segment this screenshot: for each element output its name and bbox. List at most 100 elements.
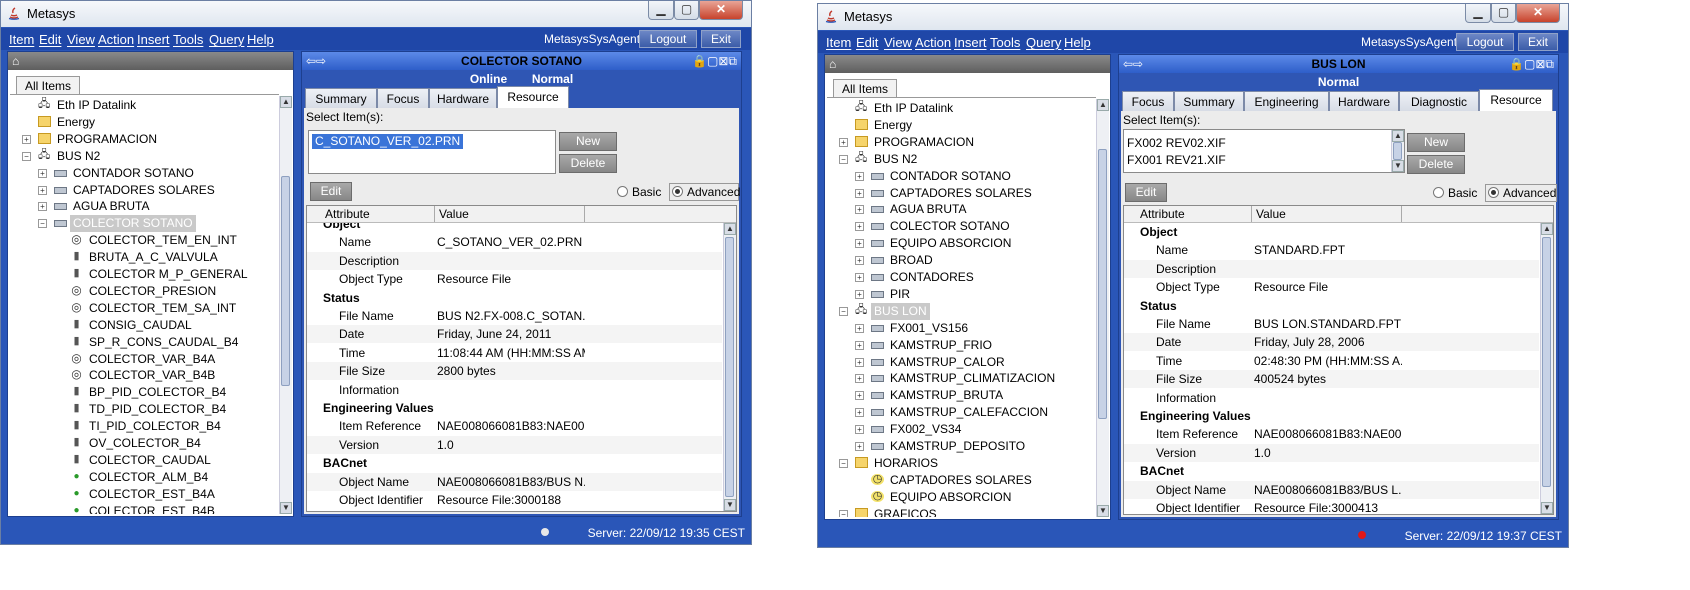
collapse-icon[interactable]: − [839, 306, 848, 316]
menu-action[interactable]: Action [98, 32, 134, 47]
scroll-up-arrow[interactable]: ▲ [1392, 130, 1404, 142]
scroll-down-arrow[interactable]: ▼ [1392, 160, 1404, 172]
expand-icon[interactable]: + [855, 256, 864, 266]
tab-all-items[interactable]: All Items [16, 76, 81, 95]
edit-button[interactable]: Edit [310, 182, 352, 201]
menu-insert[interactable]: Insert [137, 32, 170, 47]
menu-view[interactable]: View [67, 32, 95, 47]
advanced-radio[interactable]: Advanced [1485, 184, 1557, 202]
back-forward-icon[interactable]: ⇦⇨ [306, 52, 326, 70]
collapse-icon[interactable]: − [839, 154, 848, 164]
property-group[interactable]: Status [1124, 297, 1539, 315]
property-row[interactable]: File Name BUS N2.FX-008.C_SOTAN... [307, 307, 722, 325]
collapse-icon[interactable]: − [22, 151, 31, 161]
menu-tools[interactable]: Tools [990, 35, 1020, 50]
property-row[interactable]: File Size 2800 bytes [307, 362, 722, 381]
expand-icon[interactable]: + [855, 408, 864, 418]
property-row[interactable]: Object Type Resource File [307, 270, 722, 288]
property-row[interactable]: Name C_SOTANO_VER_02.PRN [307, 233, 722, 251]
resource-list[interactable]: ▔▔▔▔▔▔▔▔▔▔▔▔ FX002 REV02.XIF FX001 REV21… [1123, 129, 1405, 173]
property-row[interactable]: Time 02:48:30 PM (HH:MM:SS A... [1124, 352, 1539, 370]
exit-button[interactable]: Exit [701, 30, 741, 48]
minimize-button[interactable]: ▁ [1465, 4, 1491, 23]
property-row[interactable]: Object Identifier Resource File:3000188 [307, 491, 722, 509]
tab-summary[interactable]: Summary [1174, 91, 1244, 111]
scroll-down-arrow[interactable]: ▼ [1097, 505, 1109, 517]
property-row[interactable]: Information [1124, 389, 1539, 407]
maximize-button[interactable]: ▢ [674, 1, 699, 20]
property-row[interactable]: Item Reference NAE008066081B83:NAE00... [307, 417, 722, 435]
property-group[interactable]: Object [307, 223, 722, 233]
menu-edit[interactable]: Edit [856, 35, 878, 50]
property-row[interactable]: Description [307, 251, 722, 270]
scroll-thumb[interactable] [725, 237, 734, 497]
collapse-icon[interactable]: − [839, 458, 848, 468]
col-value-header[interactable]: Value [435, 206, 585, 222]
scroll-thumb[interactable] [1098, 149, 1107, 419]
menu-edit[interactable]: Edit [39, 32, 61, 47]
property-row[interactable]: Information [307, 381, 722, 399]
expand-icon[interactable]: + [855, 171, 864, 181]
expand-icon[interactable]: + [855, 340, 864, 350]
scroll-down-arrow[interactable]: ▼ [724, 499, 736, 511]
expand-icon[interactable]: + [855, 374, 864, 384]
pane-controls-icon[interactable]: 🔒▢⊠⧉ [692, 52, 737, 70]
menu-tools[interactable]: Tools [173, 32, 203, 47]
property-row[interactable]: Object Name NAE008066081B83/BUS L... [1124, 480, 1539, 499]
expand-icon[interactable]: + [855, 222, 864, 232]
property-group[interactable]: Object [1124, 223, 1539, 241]
collapse-icon[interactable]: − [38, 219, 47, 229]
new-button[interactable]: New [559, 132, 617, 151]
tab-hardware[interactable]: Hardware [1329, 91, 1399, 111]
scroll-down-arrow[interactable]: ▼ [280, 502, 292, 514]
tab-diagnostic[interactable]: Diagnostic [1399, 91, 1479, 111]
menu-help[interactable]: Help [247, 32, 274, 47]
tab-focus[interactable]: Focus [1122, 91, 1174, 111]
property-row[interactable]: Item Reference NAE008066081B83:NAE00... [1124, 425, 1539, 443]
menu-query[interactable]: Query [1026, 35, 1061, 50]
scroll-down-arrow[interactable]: ▼ [1541, 502, 1553, 514]
tree-scrollbar[interactable]: ▲ ▼ [1096, 99, 1109, 517]
property-row[interactable]: Object Identifier Resource File:3000413 [1124, 499, 1539, 514]
tab-resource[interactable]: Resource [497, 86, 569, 108]
menu-help[interactable]: Help [1064, 35, 1091, 50]
property-row[interactable]: Time 11:08:44 AM (HH:MM:SS AM... [307, 344, 722, 362]
delete-button[interactable]: Delete [1407, 155, 1465, 174]
expand-icon[interactable]: + [38, 202, 47, 212]
property-row[interactable]: Date Friday, June 24, 2011 [307, 325, 722, 344]
delete-button[interactable]: Delete [559, 154, 617, 173]
expand-icon[interactable]: + [855, 273, 864, 282]
resource-list-item[interactable]: FX002 REV02.XIF [1127, 136, 1226, 151]
property-row[interactable]: Name STANDARD.FPT [1124, 241, 1539, 259]
property-row[interactable]: Object Type Resource File [1124, 278, 1539, 296]
expand-icon[interactable]: + [855, 289, 864, 299]
col-attribute-header[interactable]: Attribute [321, 206, 435, 222]
menu-query[interactable]: Query [209, 32, 244, 47]
close-button[interactable]: ✕ [699, 1, 743, 20]
scroll-up-arrow[interactable]: ▲ [280, 96, 292, 108]
scroll-thumb[interactable] [1542, 237, 1551, 487]
property-group[interactable]: BACnet [1124, 462, 1539, 480]
logout-button[interactable]: Logout [639, 30, 697, 48]
scroll-thumb[interactable] [281, 176, 290, 386]
scroll-thumb[interactable] [1393, 142, 1402, 160]
property-row[interactable]: Version 1.0 [307, 435, 722, 454]
list-scrollbar[interactable]: ▲ ▼ [1391, 130, 1404, 172]
home-icon[interactable]: ⌂ [12, 54, 19, 68]
property-row[interactable]: File Name BUS LON.STANDARD.FPT [1124, 315, 1539, 333]
scroll-up-arrow[interactable]: ▲ [1541, 223, 1553, 235]
expand-icon[interactable]: + [855, 188, 864, 198]
expand-icon[interactable]: + [855, 357, 864, 367]
new-button[interactable]: New [1407, 133, 1465, 152]
tree-scrollbar[interactable]: ▲ ▼ [279, 96, 292, 514]
expand-icon[interactable]: + [855, 205, 864, 215]
expand-icon[interactable]: + [855, 239, 864, 249]
expand-icon[interactable]: + [855, 391, 864, 401]
menu-action[interactable]: Action [915, 35, 951, 50]
property-group[interactable]: Status [307, 289, 722, 307]
property-group[interactable]: BACnet [307, 454, 722, 472]
back-forward-icon[interactable]: ⇦⇨ [1123, 55, 1143, 73]
resource-list[interactable]: C_SOTANO_VER_02.PRN [308, 130, 556, 174]
maximize-button[interactable]: ▢ [1491, 4, 1516, 23]
tab-engineering[interactable]: Engineering [1244, 91, 1329, 111]
